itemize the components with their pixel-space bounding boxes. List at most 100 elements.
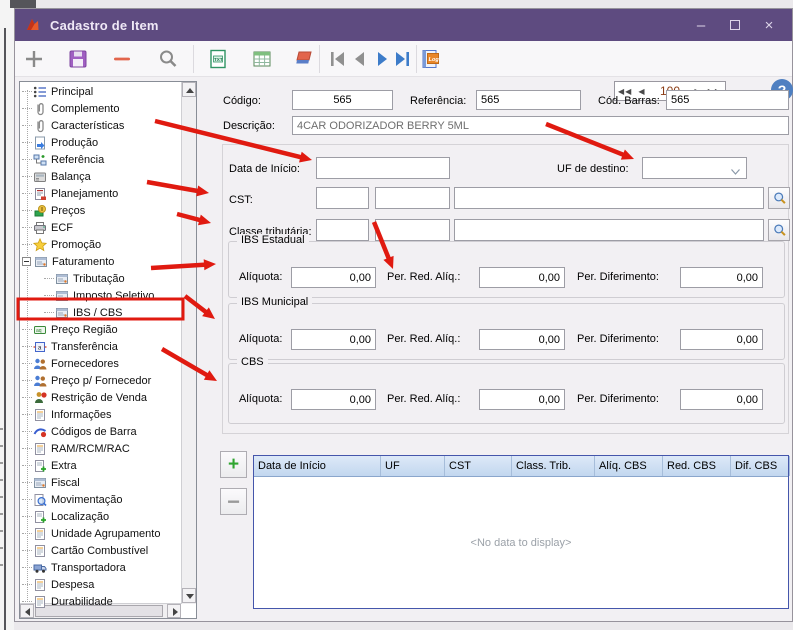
grid-column-header-red-cbs[interactable]: Red. CBS xyxy=(663,456,731,476)
minimize-button[interactable]: – xyxy=(684,9,718,41)
classe-code2-field[interactable] xyxy=(375,219,450,241)
cst-description-field[interactable] xyxy=(454,187,764,209)
classe-description-field[interactable] xyxy=(454,219,764,241)
sidebar-item-complemento[interactable]: Complemento xyxy=(20,100,180,117)
sidebar-item-refer-ncia[interactable]: Referência xyxy=(20,151,180,168)
codigo-field[interactable]: 565 xyxy=(292,90,393,110)
grid-column-header-dif-cbs[interactable]: Dif. CBS xyxy=(731,456,790,476)
data-inicio-field[interactable] xyxy=(316,157,450,179)
sidebar-item-restri-o-de-venda[interactable]: Restrição de Venda xyxy=(20,389,180,406)
sidebar-item-cart-o-combust-vel[interactable]: Cartão Combustível xyxy=(20,542,180,559)
sidebar-item-balan-a[interactable]: Balança xyxy=(20,168,180,185)
sidebar-item-label: ECF xyxy=(51,221,73,234)
tree-connector xyxy=(22,550,32,551)
sidebar-item-transfer-ncia[interactable]: a Transferência xyxy=(20,338,180,355)
ibs-estadual-al-quota-label: Alíquota: xyxy=(239,271,283,283)
tree-vertical-scrollbar[interactable] xyxy=(181,82,196,604)
log-button[interactable]: Log xyxy=(420,48,442,70)
cbs-per-red-al-q-field[interactable]: 0,00 xyxy=(479,389,565,410)
sidebar-item-faturamento[interactable]: Faturamento xyxy=(20,253,180,270)
scroll-up-button[interactable] xyxy=(182,82,196,97)
cst-code-field[interactable] xyxy=(316,187,369,209)
cbs-per-diferimento-field[interactable]: 0,00 xyxy=(680,389,763,410)
cbs-al-quota-field[interactable]: 0,00 xyxy=(291,389,376,410)
sidebar-item-transportadora[interactable]: Transportadora xyxy=(20,559,180,576)
sidebar-item-label: Fornecedores xyxy=(51,357,119,370)
ibs-municipal-per-red-al-q-field[interactable]: 0,00 xyxy=(479,329,565,350)
nav-first-button[interactable] xyxy=(327,48,349,70)
nav-next-button[interactable] xyxy=(371,48,393,70)
referencia-field[interactable]: 565 xyxy=(476,90,581,110)
classe-code-field[interactable] xyxy=(316,219,369,241)
sidebar-item-informa-es[interactable]: Informações xyxy=(20,406,180,423)
tree-connector xyxy=(22,176,32,177)
sidebar-item-principal[interactable]: Principal xyxy=(20,83,180,100)
sidebar-item-ram-rcm-rac[interactable]: RAM/RCM/RAC xyxy=(20,440,180,457)
delete-button[interactable] xyxy=(111,48,133,70)
title-bar[interactable]: Cadastro de Item – × xyxy=(15,9,792,41)
search-button[interactable] xyxy=(157,48,179,70)
cbs-history-grid[interactable]: Data de Início UF CST Class. Trib. Alíq. CBS… xyxy=(253,455,790,609)
sidebar-item-fiscal[interactable]: Fiscal xyxy=(20,474,180,491)
cst-code2-field[interactable] xyxy=(375,187,450,209)
nav-last-button[interactable] xyxy=(391,48,413,70)
sidebar-item-ecf[interactable]: ECF xyxy=(20,219,180,236)
sidebar-item-label: Durabilidade xyxy=(51,595,113,608)
sidebar-item-unidade-agrupamento[interactable]: Unidade Agrupamento xyxy=(20,525,180,542)
sidebar-item-fornecedores[interactable]: Fornecedores xyxy=(20,355,180,372)
sidebar-item-caracter-sticas[interactable]: Características xyxy=(20,117,180,134)
cst-lookup-button[interactable] xyxy=(768,187,790,209)
txt-export-button[interactable]: TXT xyxy=(207,48,229,70)
sidebar-item-promo-o[interactable]: Promoção xyxy=(20,236,180,253)
sidebar-item-extra[interactable]: Extra xyxy=(20,457,180,474)
sidebar-item-pre-os[interactable]: Preços xyxy=(20,202,180,219)
sidebar-item-produ-o[interactable]: Produção xyxy=(20,134,180,151)
sidebar-item-pre-o-regi-o[interactable]: aq Preço Região xyxy=(20,321,180,338)
grid-remove-row-button[interactable]: − xyxy=(220,488,247,515)
collapse-icon[interactable] xyxy=(22,257,31,266)
classe-lookup-button[interactable] xyxy=(768,219,790,241)
maximize-button[interactable] xyxy=(718,9,752,41)
cod-barras-field[interactable]: 565 xyxy=(666,90,789,110)
sidebar-item-planejamento[interactable]: Planejamento xyxy=(20,185,180,202)
ibs-estadual-per-diferimento-field[interactable]: 0,00 xyxy=(680,267,763,288)
nav-prev-button[interactable] xyxy=(349,48,371,70)
cadastro-de-item-window: Cadastro de Item – × TXT Log ◀◀ ◀ 100 ▶ … xyxy=(14,8,793,622)
sidebar-item-tributa-o[interactable]: Tributação xyxy=(20,270,180,287)
grid-add-row-button[interactable]: + xyxy=(220,451,247,478)
scroll-down-button[interactable] xyxy=(182,588,196,603)
descricao-field[interactable]: 4CAR ODORIZADOR BERRY 5ML xyxy=(292,116,789,135)
grid-empty-message: <No data to display> xyxy=(470,536,572,549)
star-icon xyxy=(33,237,47,252)
sidebar-item-localiza-o[interactable]: Localização xyxy=(20,508,180,525)
sidebar-item-imposto-seletivo[interactable]: Imposto Seletivo xyxy=(20,287,180,304)
ibs-municipal-per-diferimento-field[interactable]: 0,00 xyxy=(680,329,763,350)
save-button[interactable] xyxy=(67,48,89,70)
chevron-down-icon[interactable] xyxy=(731,166,740,175)
ibs-municipal-al-quota-field[interactable]: 0,00 xyxy=(291,329,376,350)
grid-column-header-al-q-cbs[interactable]: Alíq. CBS xyxy=(595,456,663,476)
eraser-button[interactable] xyxy=(293,48,315,70)
sidebar-item-movimenta-o[interactable]: Movimentação xyxy=(20,491,180,508)
form-icon xyxy=(34,255,48,269)
sidebar-item-label: Restrição de Venda xyxy=(51,391,148,404)
table-button[interactable] xyxy=(251,48,273,70)
sidebar-item-ibs-cbs[interactable]: IBS / CBS xyxy=(20,304,180,321)
sidebar-item-despesa[interactable]: Despesa xyxy=(20,576,180,593)
sidebar-item-pre-o-p-fornecedor[interactable]: Preço p/ Fornecedor xyxy=(20,372,180,389)
sidebar-item-c-digos-de-barra[interactable]: Códigos de Barra xyxy=(20,423,180,440)
doc-search-icon xyxy=(33,493,47,507)
tree-connector xyxy=(22,91,32,92)
grid-column-header-class-trib[interactable]: Class. Trib. xyxy=(512,456,595,476)
grid-column-header-data-de-in-cio[interactable]: Data de Início xyxy=(254,456,381,476)
app-logo-icon xyxy=(25,17,41,33)
uf-destino-combobox[interactable] xyxy=(642,157,747,179)
ibs-estadual-per-red-al-q-field[interactable]: 0,00 xyxy=(479,267,565,288)
grid-column-header-cst[interactable]: CST xyxy=(445,456,512,476)
navigation-tree[interactable]: Principal Complemento Características Produ… xyxy=(19,81,197,619)
add-button[interactable] xyxy=(23,48,45,70)
close-button[interactable]: × xyxy=(752,9,786,41)
sidebar-item-durabilidade[interactable]: Durabilidade xyxy=(20,593,180,610)
ibs-estadual-al-quota-field[interactable]: 0,00 xyxy=(291,267,376,288)
grid-column-header-uf[interactable]: UF xyxy=(381,456,445,476)
